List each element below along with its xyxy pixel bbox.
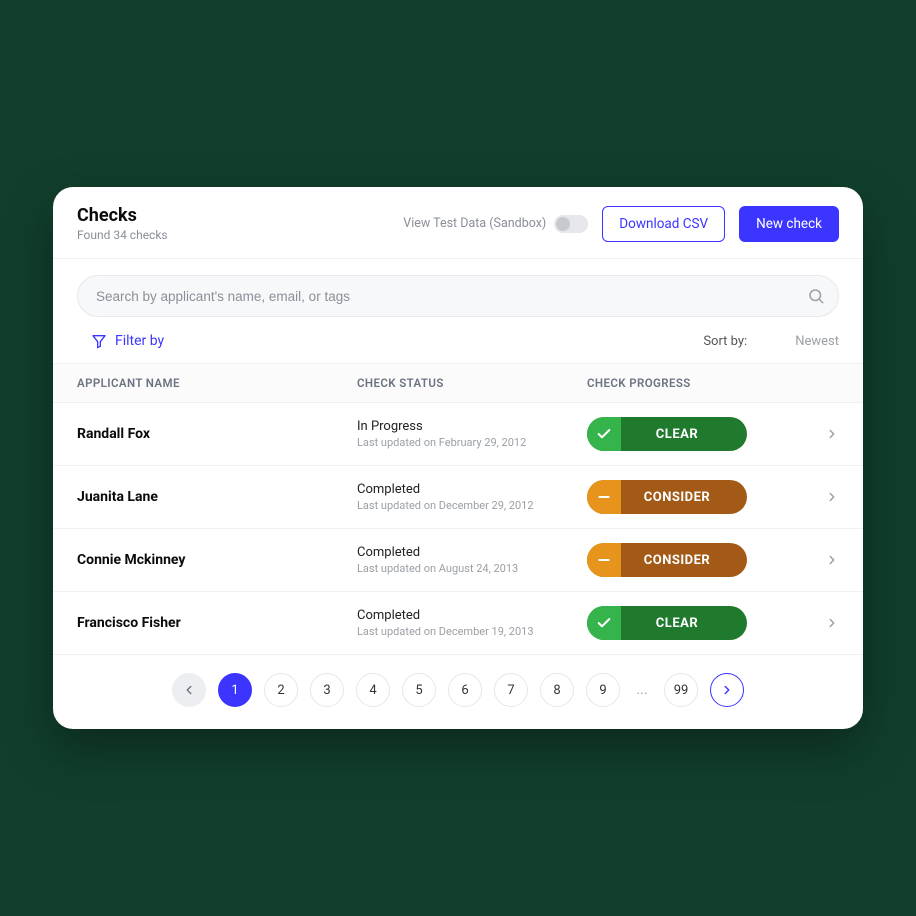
filter-label: Filter by: [115, 333, 164, 349]
table-row[interactable]: Juanita LaneCompleted Last updated on Dec…: [53, 466, 863, 529]
applicant-name: Francisco Fisher: [77, 615, 357, 631]
status-updated: Last updated on February 29, 2012: [357, 436, 587, 449]
status-updated: Last updated on December 29, 2012: [357, 499, 587, 512]
check-progress: CLEAR: [587, 417, 799, 451]
col-check-status: CHECK STATUS: [357, 376, 587, 390]
table-header: APPLICANT NAME CHECK STATUS CHECK PROGRE…: [53, 363, 863, 403]
pagination-page-button[interactable]: 9: [586, 673, 620, 707]
row-chevron-icon[interactable]: [799, 427, 839, 441]
check-progress: CONSIDER: [587, 480, 799, 514]
check-progress: CLEAR: [587, 606, 799, 640]
row-chevron-icon[interactable]: [799, 553, 839, 567]
search-icon: [807, 287, 825, 305]
page-title: Checks: [77, 205, 168, 226]
check-icon: [587, 606, 621, 640]
row-chevron-icon[interactable]: [799, 490, 839, 504]
table-row[interactable]: Connie MckinneyCompleted Last updated on …: [53, 529, 863, 592]
applicant-name: Juanita Lane: [77, 489, 357, 505]
new-check-button[interactable]: New check: [739, 206, 839, 242]
status-text: In Progress: [357, 419, 587, 434]
applicant-name: Connie Mckinney: [77, 552, 357, 568]
progress-label: CLEAR: [621, 427, 747, 442]
minus-icon: [587, 543, 621, 577]
filter-row: Filter by Sort by: Newest: [53, 317, 863, 363]
check-status: Completed Last updated on August 24, 2013: [357, 545, 587, 575]
filter-icon: [91, 333, 107, 349]
progress-label: CONSIDER: [621, 553, 747, 568]
pagination: 123456789... 99: [53, 655, 863, 729]
pagination-ellipsis: ...: [632, 682, 652, 698]
minus-icon: [587, 480, 621, 514]
col-applicant-name: APPLICANT NAME: [77, 376, 357, 390]
row-chevron-icon[interactable]: [799, 616, 839, 630]
status-text: Completed: [357, 482, 587, 497]
sort-label: Sort by:: [703, 334, 747, 349]
check-icon: [587, 417, 621, 451]
check-progress: CONSIDER: [587, 543, 799, 577]
sandbox-toggle-wrap: View Test Data (Sandbox): [403, 215, 588, 233]
pagination-page-button[interactable]: 3: [310, 673, 344, 707]
status-text: Completed: [357, 545, 587, 560]
pagination-next-button[interactable]: [710, 673, 744, 707]
pagination-page-button[interactable]: 8: [540, 673, 574, 707]
status-text: Completed: [357, 608, 587, 623]
header-right: View Test Data (Sandbox) Download CSV Ne…: [403, 206, 839, 242]
results-count: Found 34 checks: [77, 228, 168, 242]
progress-label: CONSIDER: [621, 490, 747, 505]
check-status: Completed Last updated on December 19, 20…: [357, 608, 587, 638]
progress-pill: CONSIDER: [587, 480, 747, 514]
toggle-knob: [556, 217, 570, 231]
table-row[interactable]: Randall FoxIn Progress Last updated on Fe…: [53, 403, 863, 466]
pagination-page-button[interactable]: 7: [494, 673, 528, 707]
table-row[interactable]: Francisco FisherCompleted Last updated on…: [53, 592, 863, 655]
download-csv-button[interactable]: Download CSV: [602, 206, 725, 242]
pagination-page-button[interactable]: 6: [448, 673, 482, 707]
table-body: Randall FoxIn Progress Last updated on Fe…: [53, 403, 863, 655]
header: Checks Found 34 checks View Test Data (S…: [53, 187, 863, 258]
filter-by-button[interactable]: Filter by: [77, 333, 164, 349]
status-updated: Last updated on December 19, 2013: [357, 625, 587, 638]
pagination-page-button[interactable]: 5: [402, 673, 436, 707]
progress-pill: CLEAR: [587, 417, 747, 451]
sandbox-toggle[interactable]: [554, 215, 588, 233]
check-status: Completed Last updated on December 29, 20…: [357, 482, 587, 512]
checks-table: APPLICANT NAME CHECK STATUS CHECK PROGRE…: [53, 363, 863, 655]
pagination-page-button[interactable]: 2: [264, 673, 298, 707]
progress-label: CLEAR: [621, 616, 747, 631]
header-left: Checks Found 34 checks: [77, 205, 168, 242]
search: [77, 275, 839, 317]
sandbox-label: View Test Data (Sandbox): [403, 216, 546, 231]
check-status: In Progress Last updated on February 29, …: [357, 419, 587, 449]
sort-value[interactable]: Newest: [795, 334, 839, 349]
search-input[interactable]: [77, 275, 839, 317]
pagination-page-button[interactable]: 1: [218, 673, 252, 707]
pagination-page-button[interactable]: 4: [356, 673, 390, 707]
col-actions: [799, 376, 839, 390]
sort: Sort by: Newest: [703, 334, 839, 349]
progress-pill: CLEAR: [587, 606, 747, 640]
status-updated: Last updated on August 24, 2013: [357, 562, 587, 575]
pagination-prev-button[interactable]: [172, 673, 206, 707]
progress-pill: CONSIDER: [587, 543, 747, 577]
search-wrap: [53, 259, 863, 317]
col-check-progress: CHECK PROGRESS: [587, 376, 799, 390]
checks-card: Checks Found 34 checks View Test Data (S…: [53, 187, 863, 729]
pagination-page-button[interactable]: 99: [664, 673, 698, 707]
applicant-name: Randall Fox: [77, 426, 357, 442]
